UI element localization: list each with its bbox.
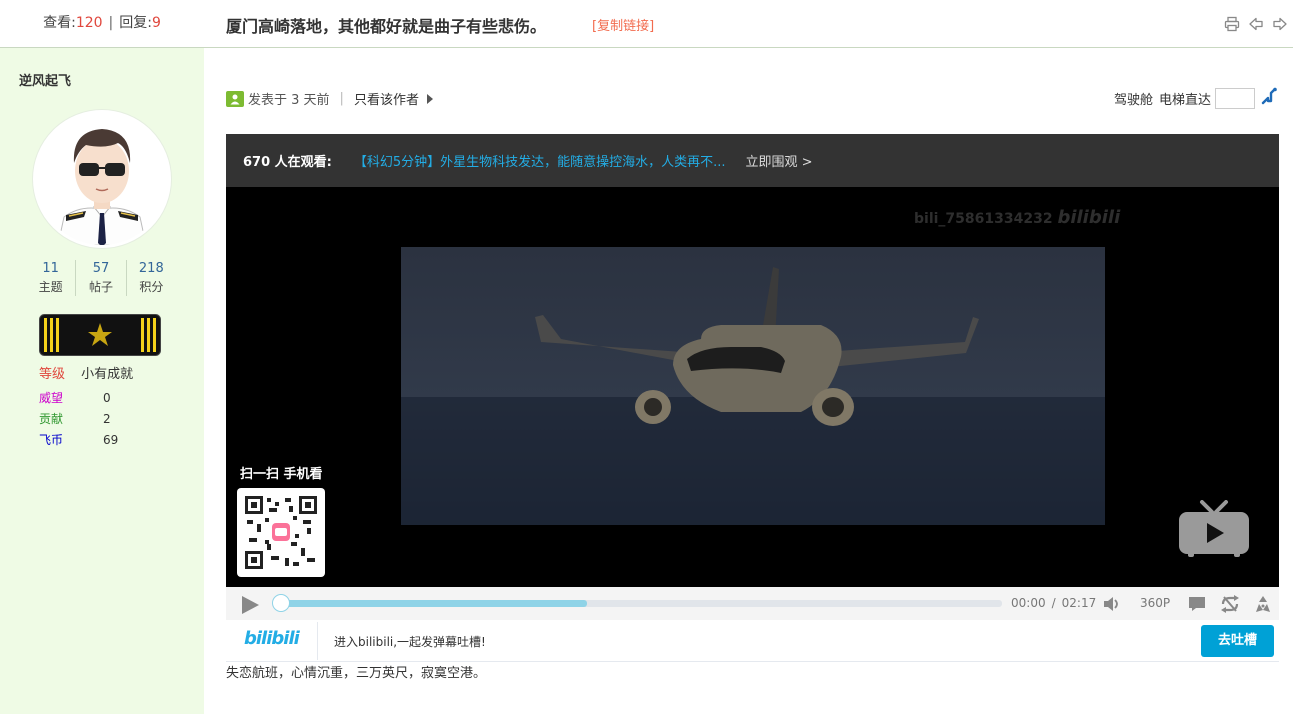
- elevator-label: 电梯直达: [1158, 92, 1211, 108]
- volume-icon[interactable]: [1103, 595, 1121, 617]
- elevator-go-icon[interactable]: [1261, 87, 1279, 109]
- post-meta: 发表于 3 天前 | 只看该作者: [226, 89, 433, 108]
- level-row: 等级 小有成就: [39, 363, 133, 382]
- post-time: 发表于 3 天前: [248, 93, 330, 108]
- stat-points-value: 218: [138, 261, 164, 276]
- level-label: 等级: [39, 367, 66, 382]
- replies-count: 9: [151, 15, 161, 31]
- only-author-link[interactable]: 只看该作者: [354, 89, 419, 108]
- author-stats: 11 主题 57 帖子 218 积分: [26, 260, 176, 296]
- quality-selector[interactable]: 360P: [1140, 596, 1170, 610]
- floor-jump: 驾驶舱 电梯直达: [1114, 87, 1279, 109]
- cockpit-link[interactable]: 驾驶舱: [1114, 89, 1153, 108]
- views-count: 120: [75, 15, 103, 31]
- next-thread-icon[interactable]: [1271, 15, 1289, 33]
- progress-handle[interactable]: [272, 594, 290, 612]
- bilibili-logo[interactable]: bilibili: [244, 628, 300, 649]
- stat-points[interactable]: 218 积分: [127, 260, 176, 296]
- duration: 02:17: [1061, 596, 1097, 610]
- danmaku-toggle-icon[interactable]: [1188, 595, 1206, 617]
- live-bar: 670 人在观看: 【科幻5分钟】外星生物科技发达，能随意操控海水，人类再不..…: [226, 134, 1279, 187]
- stat-posts-label: 帖子: [88, 280, 113, 294]
- live-video-link[interactable]: 【科幻5分钟】外星生物科技发达，能随意操控海水，人类再不...: [354, 151, 726, 170]
- attr-coins-label: 飞币: [39, 433, 64, 447]
- danmaku-bar: bilibili 进入bilibili,一起发弹幕吐槽! 去吐槽: [226, 620, 1279, 662]
- top-bar: 查看:120 | 回复:9 厦门高崎落地，其他都好就是曲子有些悲伤。 [复制链接]: [0, 0, 1293, 48]
- attr-contribution-value: 2: [103, 412, 111, 426]
- time-display: 00:00 / 02:17: [1011, 596, 1096, 610]
- post-body: 失恋航班，心情沉重，三万英尺，寂寞空港。: [226, 666, 487, 681]
- danmaku-hint[interactable]: 进入bilibili,一起发弹幕吐槽!: [334, 633, 486, 650]
- stat-topics-label: 主题: [38, 280, 63, 294]
- progress-bar[interactable]: [272, 594, 1002, 612]
- user-online-icon: [226, 90, 244, 107]
- video-screen[interactable]: bili_75861334232 bilibili 扫一扫 手机看: [226, 187, 1279, 587]
- thread-toolbar: [1223, 15, 1289, 33]
- watermark-text: bili_75861334232: [914, 211, 1053, 227]
- level-value: 小有成就: [81, 367, 134, 382]
- chevron-right-icon[interactable]: [426, 93, 433, 104]
- stat-points-label: 积分: [139, 280, 164, 294]
- attr-prestige-label: 威望: [39, 391, 64, 405]
- video-watermark: bili_75861334232 bilibili: [914, 207, 1120, 228]
- watch-now-link[interactable]: 立即围观 >: [746, 151, 813, 170]
- print-icon[interactable]: [1223, 15, 1241, 33]
- prev-thread-icon[interactable]: [1247, 15, 1265, 33]
- thread-stats: 查看:120 | 回复:9: [0, 0, 204, 48]
- player-controls: 00:00 / 02:17 360P: [226, 587, 1279, 620]
- stat-posts-value: 57: [92, 261, 110, 276]
- play-icon[interactable]: [240, 595, 260, 619]
- video-frame: [401, 247, 1105, 525]
- author-name[interactable]: 逆风起飞: [19, 70, 71, 89]
- fullscreen-icon[interactable]: [1253, 595, 1273, 617]
- meta-separator: |: [339, 91, 344, 106]
- thread-title: 厦门高崎落地，其他都好就是曲子有些悲伤。: [226, 17, 547, 36]
- attr-coins: 飞币 69: [39, 431, 118, 448]
- current-time: 00:00: [1011, 596, 1046, 610]
- progress-buffered: [274, 600, 588, 607]
- stat-topics-value: 11: [42, 261, 59, 276]
- author-sidebar: 逆风起飞 11 主题 57 帖子 218 积分 等级 小有成就 威望 0 贡献 …: [0, 48, 204, 714]
- attr-coins-value: 69: [103, 433, 119, 447]
- stats-separator: |: [108, 15, 114, 31]
- copy-link-button[interactable]: [复制链接]: [592, 15, 654, 34]
- loop-icon[interactable]: [1220, 595, 1240, 617]
- title-area: 厦门高崎落地，其他都好就是曲子有些悲伤。 [复制链接]: [204, 0, 1293, 48]
- attr-contribution-label: 贡献: [39, 412, 64, 426]
- avatar[interactable]: [33, 110, 171, 248]
- views-label: 查看:: [43, 15, 76, 31]
- scan-label: 扫一扫 手机看: [240, 467, 323, 482]
- qr-code-icon[interactable]: [237, 488, 325, 577]
- bili-watermark-logo: bilibili: [1057, 207, 1121, 228]
- attr-prestige: 威望 0: [39, 389, 111, 406]
- time-separator: /: [1051, 596, 1056, 610]
- floor-input[interactable]: [1215, 87, 1255, 109]
- attr-contribution: 贡献 2: [39, 410, 111, 427]
- page: 查看:120 | 回复:9 厦门高崎落地，其他都好就是曲子有些悲伤。 [复制链接] …: [0, 0, 1293, 714]
- send-danmaku-button[interactable]: 去吐槽: [1201, 625, 1274, 657]
- replies-label: 回复:: [119, 15, 152, 31]
- divider: [317, 622, 318, 660]
- stat-posts[interactable]: 57 帖子: [76, 260, 127, 296]
- attr-prestige-value: 0: [103, 391, 111, 405]
- stat-topics[interactable]: 11 主题: [26, 260, 77, 296]
- bili-tv-icon: [1178, 500, 1250, 562]
- live-viewer-count: 670 人在观看:: [243, 155, 332, 170]
- video-player: 670 人在观看: 【科幻5分钟】外星生物科技发达，能随意操控海水，人类再不..…: [226, 134, 1279, 620]
- rank-badge-icon: [39, 314, 161, 356]
